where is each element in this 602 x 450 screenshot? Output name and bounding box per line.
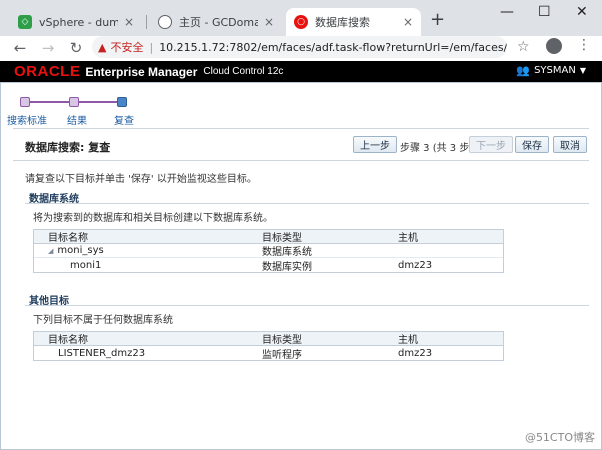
user-menu[interactable]: 👥 SYSMAN ▼ — [516, 64, 586, 77]
warning-icon[interactable]: ▲ — [98, 41, 106, 54]
tab-divider — [146, 15, 147, 29]
back-arrow-icon[interactable]: ← — [6, 39, 34, 57]
product-name: Enterprise Manager — [85, 64, 198, 79]
host-cell: dmz23 — [398, 347, 433, 359]
close-tab-icon[interactable]: × — [403, 15, 413, 29]
cancel-button[interactable]: 取消 — [553, 136, 587, 153]
target-name-cell: moni1 — [70, 259, 102, 271]
train-label-results[interactable]: 结果 — [67, 112, 87, 127]
security-label[interactable]: 不安全 — [110, 39, 143, 55]
product-subtitle: Cloud Control 12c — [203, 66, 284, 77]
train-stop-search-criteria[interactable] — [20, 97, 30, 107]
browser-tab-vsphere[interactable]: ◇ vSphere - dumz_rhe × — [10, 8, 142, 36]
divider — [13, 128, 589, 129]
address-field[interactable]: ▲ 不安全 | 10.215.1.72:7802/em/faces/adf.ta… — [92, 36, 507, 58]
close-tab-icon[interactable]: × — [124, 15, 134, 29]
tab-title: 数据库搜索 — [315, 16, 370, 29]
target-type-cell: 监听程序 — [262, 349, 302, 361]
host-cell: dmz23 — [398, 259, 433, 271]
user-name: SYSMAN — [534, 65, 576, 76]
page-title: 数据库搜索: 复查 — [25, 141, 111, 154]
table-row[interactable]: moni1 数据库实例 dmz23 — [34, 258, 503, 273]
main-content: 搜索标准 结果 复查 数据库搜索: 复查 上一步 步骤 3 (共 3 步) 下一… — [0, 82, 602, 450]
new-tab-icon[interactable]: + — [430, 11, 445, 29]
train-label-review: 复查 — [114, 116, 134, 127]
table-header: 目标名称 目标类型 主机 — [34, 332, 503, 346]
divider — [13, 160, 589, 161]
url-text[interactable]: 10.215.1.72:7802/em/faces/adf.task-flow?… — [159, 41, 507, 54]
table-header: 目标名称 目标类型 主机 — [34, 230, 503, 244]
column-header-host: 主机 — [398, 233, 418, 244]
menu-kebab-icon[interactable]: ⋮ — [577, 37, 591, 53]
section-description: 将为搜索到的数据库和相关目标创建以下数据库系统。 — [33, 213, 273, 224]
oracle-icon: ○ — [294, 15, 308, 29]
other-targets-table: 目标名称 目标类型 主机 LISTENER_dmz23 监听程序 dmz23 — [33, 331, 504, 361]
target-type-cell: 数据库实例 — [262, 261, 312, 273]
table-row[interactable]: ◢ moni_sys 数据库系统 — [34, 244, 503, 258]
browser-tab-db-search[interactable]: ○ 数据库搜索 × — [286, 8, 421, 36]
db-systems-table: 目标名称 目标类型 主机 ◢ moni_sys 数据库系统 moni1 数据库实例… — [33, 229, 504, 273]
url-separator: | — [149, 40, 154, 54]
tab-title: 主页 - GCDomain - — [179, 16, 258, 29]
expand-triangle-icon[interactable]: ◢ — [48, 247, 53, 255]
browser-tab-home[interactable]: 主页 - GCDomain - × — [150, 8, 282, 36]
target-name-cell: LISTENER_dmz23 — [58, 347, 146, 359]
minimize-icon[interactable]: — — [500, 4, 514, 20]
table-row[interactable]: LISTENER_dmz23 监听程序 dmz23 — [34, 346, 503, 361]
next-button[interactable]: 下一步 — [469, 136, 513, 153]
train-stop-results[interactable] — [69, 97, 79, 107]
close-tab-icon[interactable]: × — [264, 15, 274, 29]
target-name-cell: ◢ moni_sys — [34, 245, 262, 256]
column-header-target-name: 目标名称 — [48, 335, 88, 346]
train-stop-review — [117, 97, 127, 107]
train-label-search-criteria[interactable]: 搜索标准 — [7, 112, 47, 127]
target-name: moni_sys — [57, 245, 104, 256]
reload-icon[interactable]: ↻ — [62, 39, 90, 57]
wizard-train: 搜索标准 结果 复查 — [7, 95, 149, 127]
globe-icon — [158, 15, 172, 29]
watermark: @51CTO博客 — [524, 431, 595, 444]
account-icon[interactable] — [546, 38, 562, 54]
column-header-host: 主机 — [398, 335, 418, 346]
forward-arrow-icon[interactable]: → — [34, 39, 62, 57]
save-button[interactable]: 保存 — [515, 136, 549, 153]
train-connector — [29, 101, 69, 103]
section-description: 下列目标不属于任何数据库系统 — [33, 315, 173, 326]
instruction-text: 请复查以下目标并单击 '保存' 以开始监视这些目标。 — [25, 174, 257, 185]
chevron-down-icon: ▼ — [579, 66, 586, 75]
train-connector — [79, 101, 117, 103]
user-icon: 👥 — [516, 64, 531, 77]
section-divider — [25, 305, 589, 306]
target-type-cell: 数据库系统 — [262, 247, 312, 258]
maximize-icon[interactable]: ☐ — [538, 4, 551, 20]
bookmark-star-icon[interactable]: ☆ — [517, 39, 530, 55]
column-header-target-type: 目标类型 — [262, 335, 302, 346]
em-header: ORACLE Enterprise Manager Cloud Control … — [0, 61, 602, 82]
browser-tab-bar: ◇ vSphere - dumz_rhe × 主页 - GCDomain - ×… — [0, 0, 602, 36]
vsphere-icon: ◇ — [18, 15, 32, 29]
tab-title: vSphere - dumz_rhe — [39, 15, 118, 29]
column-header-target-type: 目标类型 — [262, 233, 302, 244]
back-button[interactable]: 上一步 — [353, 136, 397, 153]
close-window-icon[interactable]: ✕ — [576, 4, 588, 20]
step-indicator: 步骤 3 (共 3 步) — [400, 143, 474, 154]
oracle-logo[interactable]: ORACLE — [14, 63, 80, 80]
section-divider — [25, 203, 589, 204]
address-toolbar: ← → ↻ ▲ 不安全 | 10.215.1.72:7802/em/faces/… — [0, 36, 602, 60]
column-header-target-name: 目标名称 — [48, 233, 88, 244]
